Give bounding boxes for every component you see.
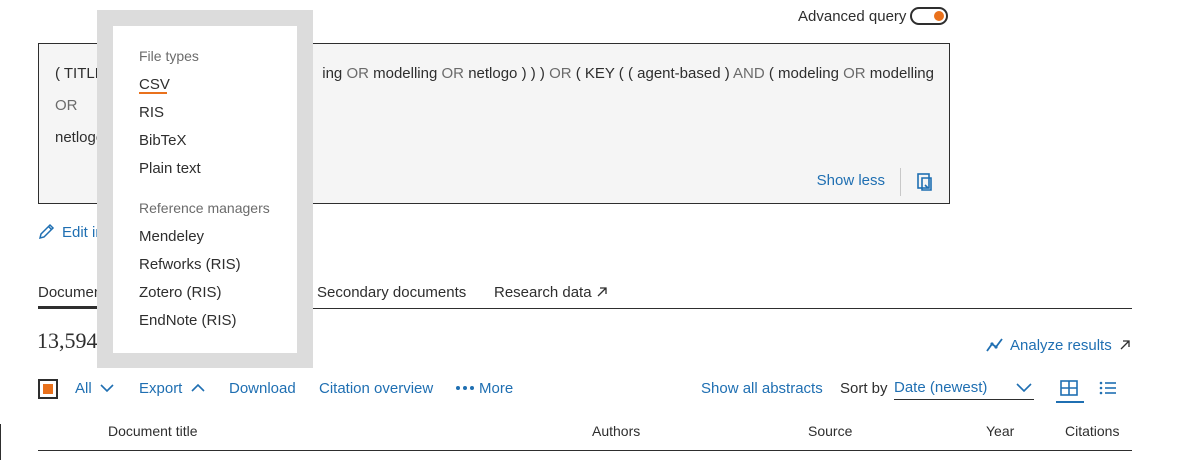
more-button[interactable]: More [455,380,513,397]
query-fragment: ing [322,65,343,82]
export-option-plain-text[interactable]: Plain text [139,160,201,177]
query-operator: AND [733,65,765,82]
export-option-ris[interactable]: RIS [139,104,164,121]
chevron-up-icon [190,383,205,392]
select-all-checkbox[interactable] [38,379,58,399]
sort-value: Date (newest) [894,379,988,396]
query-fragment: netlogo ) ) ) [468,65,545,82]
chevron-down-icon [1016,383,1032,392]
tab-research-data-label: Research data [494,284,592,301]
export-button[interactable]: Export [139,380,205,397]
export-menu: File types CSV RIS BibTeX Plain text Ref… [113,26,297,353]
export-option-csv[interactable]: CSV [139,76,170,93]
toggle-knob [934,11,944,21]
export-option-refworks[interactable]: Refworks (RIS) [139,256,241,273]
analyze-results-label: Analyze results [1010,337,1112,354]
query-operator: OR [55,97,78,114]
export-option-mendeley[interactable]: Mendeley [139,228,204,245]
advanced-query-label: Advanced query [798,8,907,25]
trend-icon [986,338,1003,352]
query-fragment: ( modeling [768,65,839,82]
scopus-results-page: Advanced query ( TITLE ( ing OR modellin… [0,0,1179,460]
query-operator: OR [346,65,369,82]
show-less-link[interactable]: Show less [817,172,885,189]
page-edge-line [0,424,1,460]
tab-research-data[interactable]: Research data [494,284,608,301]
more-dots-icon [456,386,474,390]
more-label: More [479,380,514,397]
all-label: All [75,380,92,397]
active-view-indicator [1056,401,1084,403]
export-label: Export [139,380,183,397]
copy-icon[interactable] [915,172,935,192]
list-view-icon[interactable] [1099,380,1117,401]
export-option-endnote[interactable]: EndNote (RIS) [139,312,237,329]
export-option-bibtex[interactable]: BibTeX [139,132,187,149]
table-header-divider [38,450,1132,451]
query-operator: OR [441,65,465,82]
column-header-year[interactable]: Year [986,423,1014,439]
download-button[interactable]: Download [229,380,296,397]
query-fragment: modelling [373,65,438,82]
chevron-down-icon [100,384,114,393]
column-header-source[interactable]: Source [808,423,852,439]
citation-overview-button[interactable]: Citation overview [319,380,433,397]
query-fragment: ( KEY ( ( agent-based ) [575,65,730,82]
checkbox-partial-fill [43,384,53,394]
pencil-icon [38,223,55,240]
reference-managers-heading: Reference managers [139,200,270,216]
query-operator: OR [549,65,572,82]
external-link-icon [1120,340,1130,350]
sort-select[interactable]: Date (newest) [894,378,1034,400]
file-types-heading: File types [139,48,199,64]
advanced-query-toggle[interactable] [910,7,948,25]
grid-view-icon[interactable] [1059,379,1079,402]
column-header-document-title[interactable]: Document title [108,423,197,439]
focus-underline [139,92,167,94]
tab-secondary-documents[interactable]: Secondary documents [317,284,466,301]
sort-by-label: Sort by [840,380,888,397]
column-header-authors[interactable]: Authors [592,423,640,439]
show-all-abstracts-button[interactable]: Show all abstracts [701,380,823,397]
query-divider [900,168,901,196]
column-header-citations[interactable]: Citations [1065,423,1119,439]
query-fragment: modelling [869,65,934,82]
query-operator: OR [843,65,866,82]
export-option-zotero[interactable]: Zotero (RIS) [139,284,222,301]
select-all-dropdown[interactable]: All [75,380,114,397]
external-link-icon [597,287,607,297]
analyze-results-link[interactable]: Analyze results [986,337,1131,354]
